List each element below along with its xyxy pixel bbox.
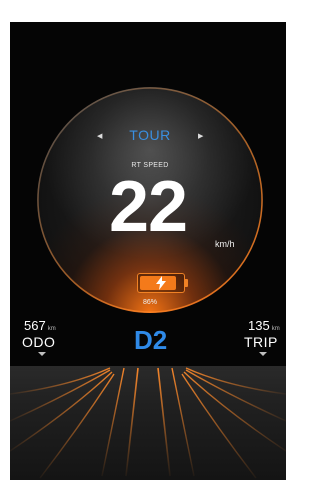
gear-indicator: D2	[134, 325, 168, 355]
ride-mode[interactable]: TOUR	[37, 127, 263, 143]
trip-readout: 135 km	[248, 318, 280, 333]
dashboard-screen: ◀ TOUR ▶ RT SPEED 22 km/h 86% 567 km ODO …	[10, 22, 286, 480]
battery-percent: 86%	[142, 299, 157, 306]
road-lines	[10, 367, 286, 479]
chevron-down-icon[interactable]	[38, 352, 46, 356]
odo-readout: 567 km	[24, 318, 56, 333]
trip-value: 135	[248, 318, 270, 333]
battery-icon	[137, 273, 189, 293]
speed-gauge: ◀ TOUR ▶ RT SPEED 22 km/h 86%	[37, 87, 263, 313]
speed-value: 22	[109, 167, 188, 247]
road-graphic	[10, 366, 286, 480]
triangle-right-icon[interactable]: ▶	[198, 132, 203, 140]
lightning-bolt-icon	[156, 276, 166, 290]
odo-unit: km	[47, 326, 56, 332]
odo-label[interactable]: ODO	[22, 334, 55, 350]
speed-unit: km/h	[215, 239, 235, 249]
trip-label[interactable]: TRIP	[244, 334, 278, 350]
chevron-down-icon[interactable]	[259, 352, 267, 356]
trip-unit: km	[271, 326, 280, 332]
odo-value: 567	[24, 318, 46, 333]
